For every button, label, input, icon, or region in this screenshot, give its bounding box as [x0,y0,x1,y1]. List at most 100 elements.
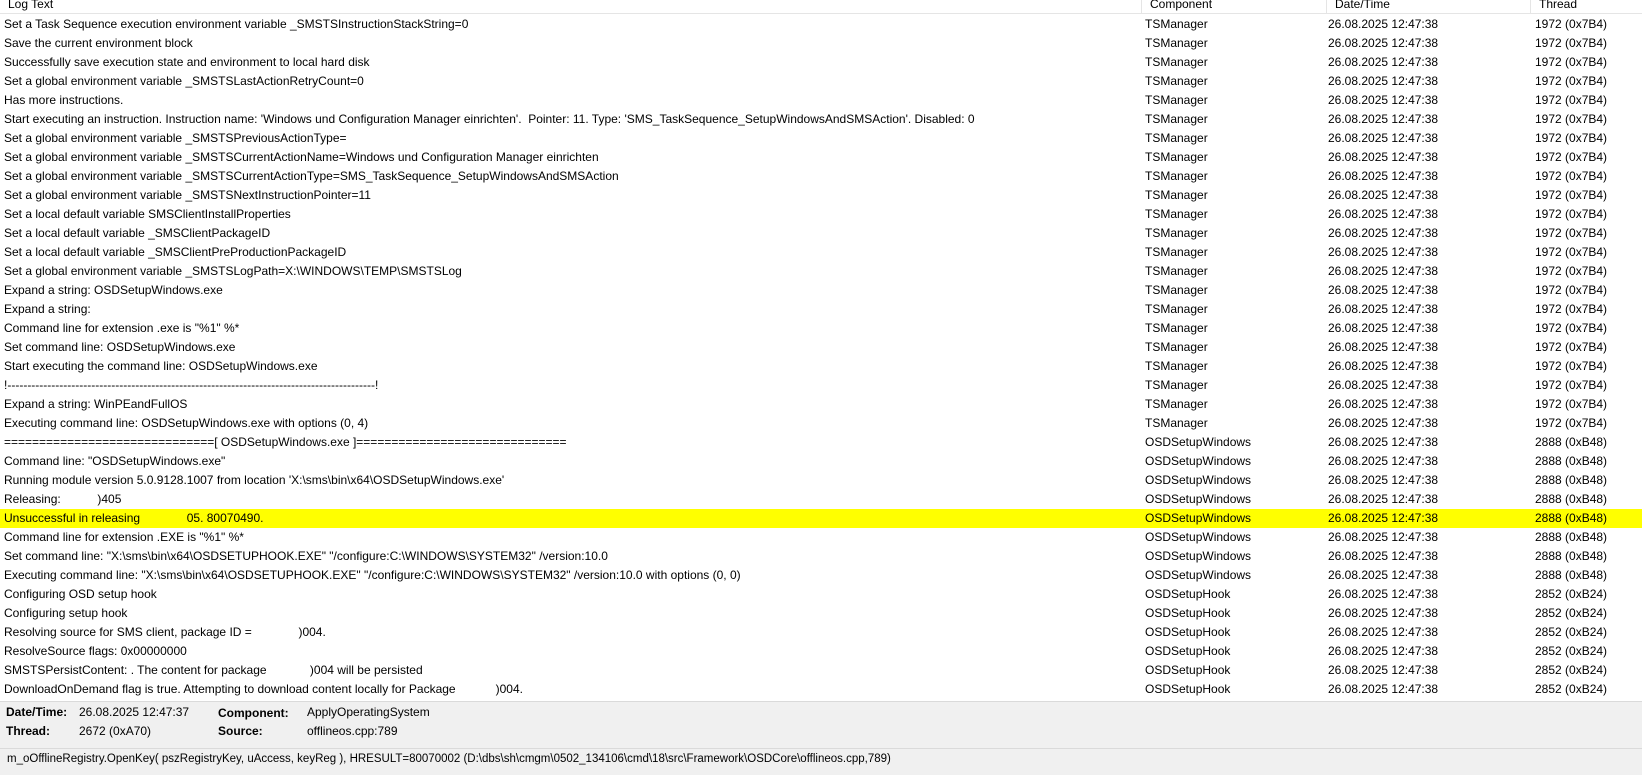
table-row[interactable]: Set a global environment variable _SMSTS… [0,186,1642,205]
component-cell: TSManager [1145,112,1208,126]
thread-cell: 1972 (0x7B4) [1535,207,1608,221]
log-text-cell: Configuring OSD setup hook [4,587,157,601]
component-cell: OSDSetupWindows [1145,511,1252,525]
log-text-cell: ==============================[ OSDSetup… [4,435,567,449]
table-row[interactable]: Executing command line: "X:\sms\bin\x64\… [0,566,1642,585]
detail-component-value: ApplyOperatingSystem [307,705,430,719]
log-text-cell: Set a local default variable SMSClientIn… [4,207,291,221]
detail-datetime-label: Date/Time: [6,705,68,719]
datetime-cell: 26.08.2025 12:47:38 [1328,55,1439,69]
table-row[interactable]: SMSTSPersistContent: . The content for p… [0,661,1642,680]
log-text-cell: Set command line: "X:\sms\bin\x64\OSDSET… [4,549,608,563]
thread-cell: 1972 (0x7B4) [1535,321,1608,335]
component-cell: TSManager [1145,321,1208,335]
table-row[interactable]: Set a global environment variable _SMSTS… [0,72,1642,91]
table-row[interactable]: Expand a string: TSManager 26.08.2025 12:4… [0,300,1642,319]
thread-cell: 2888 (0xB48) [1535,511,1608,525]
detail-source-value: offlineos.cpp:789 [307,724,398,738]
message-pane[interactable]: m_oOfflineRegistry.OpenKey( pszRegistryK… [0,748,1642,775]
detail-component-label: Component: [218,706,289,720]
log-text-cell: Set a Task Sequence execution environmen… [4,17,469,31]
component-cell: TSManager [1145,36,1208,50]
datetime-cell: 26.08.2025 12:47:38 [1328,492,1439,506]
table-row[interactable]: Start executing an instruction. Instruct… [0,110,1642,129]
datetime-cell: 26.08.2025 12:47:38 [1328,663,1439,677]
datetime-cell: 26.08.2025 12:47:38 [1328,625,1439,639]
thread-cell: 1972 (0x7B4) [1535,359,1608,373]
table-row[interactable]: Expand a string: OSDSetupWindows.exe TSMa… [0,281,1642,300]
column-header-log-text[interactable]: Log Text [0,0,1141,13]
log-text-cell: Set a global environment variable _SMSTS… [4,131,347,145]
component-cell: OSDSetupHook [1145,682,1231,696]
table-row[interactable]: Command line for extension .exe is "%1" … [0,319,1642,338]
table-row[interactable]: Set a global environment variable _SMSTS… [0,167,1642,186]
datetime-cell: 26.08.2025 12:47:38 [1328,549,1439,563]
component-cell: OSDSetupHook [1145,625,1231,639]
component-cell: TSManager [1145,74,1208,88]
component-cell: OSDSetupWindows [1145,454,1252,468]
datetime-cell: 26.08.2025 12:47:38 [1328,226,1439,240]
table-row[interactable]: Set a local default variable _SMSClientP… [0,224,1642,243]
datetime-cell: 26.08.2025 12:47:38 [1328,435,1439,449]
thread-cell: 1972 (0x7B4) [1535,55,1608,69]
table-row[interactable]: Command line for extension .EXE is "%1" … [0,528,1642,547]
table-row[interactable]: DownloadOnDemand flag is true. Attemptin… [0,680,1642,699]
table-row[interactable]: Expand a string: WinPEandFullOS TSManager… [0,395,1642,414]
table-row[interactable]: ResolveSource flags: 0x00000000 OSDSetupH… [0,642,1642,661]
column-header-thread[interactable]: Thread [1530,0,1642,13]
log-text-cell: Set a global environment variable _SMSTS… [4,264,462,278]
log-list[interactable]: Log Text Component Date/Time Thread Set … [0,0,1642,701]
log-text-cell: Set a global environment variable _SMSTS… [4,188,371,202]
table-row[interactable]: Configuring OSD setup hook OSDSetupHook 26… [0,585,1642,604]
table-row[interactable]: Start executing the command line: OSDSet… [0,357,1642,376]
thread-cell: 2888 (0xB48) [1535,492,1608,506]
table-row[interactable]: Resolving source for SMS client, package… [0,623,1642,642]
log-text-cell: Configuring setup hook [4,606,128,620]
datetime-cell: 26.08.2025 12:47:38 [1328,682,1439,696]
log-text-cell: Save the current environment block [4,36,193,50]
column-header-bar: Log Text Component Date/Time Thread [0,0,1642,14]
thread-cell: 2852 (0xB24) [1535,606,1608,620]
table-row[interactable]: Set a local default variable _SMSClientP… [0,243,1642,262]
datetime-cell: 26.08.2025 12:47:38 [1328,245,1439,259]
table-row[interactable]: Set a global environment variable _SMSTS… [0,262,1642,281]
log-text-cell: Set a global environment variable _SMSTS… [4,74,364,88]
table-row[interactable]: Set command line: "X:\sms\bin\x64\OSDSET… [0,547,1642,566]
log-text-cell: Command line: "OSDSetupWindows.exe" [4,454,226,468]
table-row[interactable]: Set a global environment variable _SMSTS… [0,129,1642,148]
thread-cell: 1972 (0x7B4) [1535,112,1608,126]
column-header-component[interactable]: Component [1141,0,1326,13]
component-cell: TSManager [1145,302,1208,316]
table-row[interactable]: Releasing: )405 OSDSetupWindows 26.08.2025… [0,490,1642,509]
table-row[interactable]: Set a global environment variable _SMSTS… [0,148,1642,167]
table-row[interactable]: Running module version 5.0.9128.1007 fro… [0,471,1642,490]
table-row[interactable]: Set a local default variable SMSClientIn… [0,205,1642,224]
table-row[interactable]: Configuring setup hook OSDSetupHook 26.08.… [0,604,1642,623]
table-row[interactable]: Set command line: OSDSetupWindows.exe TSM… [0,338,1642,357]
table-row[interactable]: !---------------------------------------… [0,376,1642,395]
column-header-datetime[interactable]: Date/Time [1326,0,1530,13]
component-cell: TSManager [1145,340,1208,354]
component-cell: TSManager [1145,245,1208,259]
table-row[interactable]: Set a Task Sequence execution environmen… [0,15,1642,34]
table-row[interactable]: Save the current environment block TSMana… [0,34,1642,53]
component-cell: TSManager [1145,188,1208,202]
table-row-selected[interactable]: Unsuccessful in releasing 05. 80070490. O… [0,509,1642,528]
thread-cell: 2852 (0xB24) [1535,625,1608,639]
thread-cell: 1972 (0x7B4) [1535,188,1608,202]
table-row[interactable]: Successfully save execution state and en… [0,53,1642,72]
datetime-cell: 26.08.2025 12:47:38 [1328,359,1439,373]
component-cell: OSDSetupWindows [1145,530,1252,544]
thread-cell: 2888 (0xB48) [1535,568,1608,582]
thread-cell: 1972 (0x7B4) [1535,245,1608,259]
thread-cell: 2852 (0xB24) [1535,663,1608,677]
table-row[interactable]: Executing command line: OSDSetupWindows.… [0,414,1642,433]
log-text-cell: Executing command line: OSDSetupWindows.… [4,416,369,430]
component-cell: TSManager [1145,283,1208,297]
thread-cell: 2852 (0xB24) [1535,587,1608,601]
table-row[interactable]: ==============================[ OSDSetup… [0,433,1642,452]
component-cell: OSDSetupHook [1145,606,1231,620]
datetime-cell: 26.08.2025 12:47:38 [1328,568,1439,582]
table-row[interactable]: Has more instructions. TSManager 26.08.202… [0,91,1642,110]
table-row[interactable]: Command line: "OSDSetupWindows.exe" OSDSe… [0,452,1642,471]
